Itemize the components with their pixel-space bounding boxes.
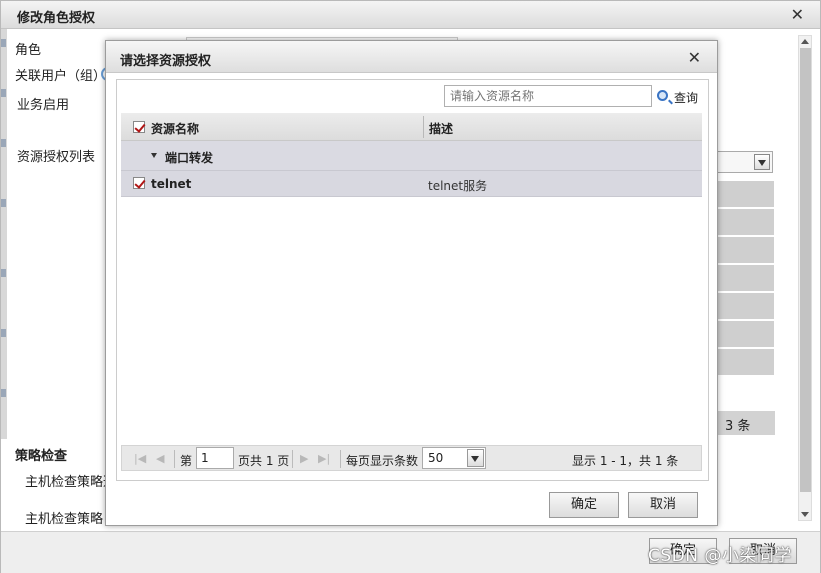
outer-dialog-title: 修改角色授权 <box>17 11 96 26</box>
column-header-name[interactable]: 资源名称 <box>151 120 199 137</box>
page-size-value: 50 <box>428 451 444 465</box>
page-size-label: 每页显示条数 <box>346 454 419 468</box>
chevron-down-icon[interactable] <box>754 154 770 170</box>
modal-titlebar: 请选择资源授权 ✕ <box>106 41 717 73</box>
collapse-triangle-icon[interactable] <box>151 153 157 158</box>
pager-summary: 显示 1 - 1，共 1 条 <box>572 454 679 468</box>
column-divider[interactable] <box>423 116 424 138</box>
first-page-icon[interactable]: |◀ <box>134 452 146 465</box>
scroll-down-icon[interactable] <box>801 512 809 517</box>
column-header-description[interactable]: 描述 <box>429 120 453 137</box>
host-check-policy-label: 主机检查策略 <box>25 512 104 527</box>
pager-divider <box>340 450 341 468</box>
csdn-watermark: CSDN @小染同学 <box>648 546 792 566</box>
pager-divider <box>292 450 293 468</box>
left-edge-strip <box>1 29 7 439</box>
row-resource-name: telnet <box>151 177 192 191</box>
outer-record-count: 3 条 <box>717 411 775 435</box>
page-total-label: 页共 1 页 <box>238 454 290 468</box>
scrollbar-thumb[interactable] <box>800 48 811 492</box>
grid-header: 资源名称 描述 <box>121 113 702 141</box>
select-all-checkbox[interactable] <box>133 121 145 133</box>
prev-page-icon[interactable]: ◀ <box>156 452 164 465</box>
resource-grid: 资源名称 描述 端口转发 telnet telnet服务 <box>121 113 702 197</box>
modal-title: 请选择资源授权 <box>120 54 212 69</box>
outer-dialog-titlebar: 修改角色授权 ✕ <box>1 1 820 29</box>
outer-close-icon[interactable]: ✕ <box>791 5 804 24</box>
table-row[interactable] <box>717 265 774 291</box>
search-button-label: 查询 <box>674 91 699 105</box>
modal-cancel-button[interactable]: 取消 <box>628 492 698 518</box>
outer-scrollbar[interactable] <box>798 35 812 521</box>
chevron-down-icon[interactable] <box>467 449 484 467</box>
business-enable-label: 业务启用 <box>17 98 70 113</box>
outer-resource-rows <box>717 181 774 377</box>
pagination-bar: |◀ ◀ 第 1 页共 1 页 ▶ ▶| 每页显示条数 50 显示 1 - 1，… <box>121 445 702 471</box>
host-check-channel-label: 主机检查策略通 <box>25 475 117 490</box>
current-page-input[interactable]: 1 <box>196 447 234 469</box>
row-resource-description: telnet服务 <box>428 179 488 193</box>
search-icon <box>657 90 668 101</box>
role-label: 角色 <box>15 43 42 58</box>
table-row[interactable]: telnet telnet服务 <box>121 171 702 197</box>
row-checkbox[interactable] <box>133 177 145 189</box>
group-label: 端口转发 <box>165 151 214 165</box>
resource-search-input[interactable] <box>444 85 652 107</box>
search-button[interactable]: 查询 <box>657 89 698 107</box>
page-size-select[interactable]: 50 <box>422 447 486 469</box>
table-row[interactable] <box>717 237 774 263</box>
table-row[interactable] <box>717 181 774 207</box>
pager-divider <box>174 450 175 468</box>
policy-check-heading: 策略检查 <box>15 449 68 464</box>
scroll-up-icon[interactable] <box>801 39 809 44</box>
table-row[interactable] <box>717 349 774 375</box>
outer-filter-select[interactable] <box>717 151 773 173</box>
resource-select-dialog: 请选择资源授权 ✕ 查询 资源名称 描述 端口转发 telnet telnet服… <box>105 40 718 526</box>
linked-users-label: 关联用户（组） <box>15 69 107 84</box>
table-row[interactable] <box>717 293 774 319</box>
modal-confirm-button[interactable]: 确定 <box>549 492 619 518</box>
table-row[interactable] <box>717 209 774 235</box>
resource-list-label: 资源授权列表 <box>17 150 96 165</box>
page-prefix-label: 第 <box>180 454 193 468</box>
last-page-icon[interactable]: ▶| <box>318 452 330 465</box>
modal-body: 查询 资源名称 描述 端口转发 telnet telnet服务 |◀ ◀ <box>116 79 709 481</box>
next-page-icon[interactable]: ▶ <box>300 452 308 465</box>
group-row[interactable]: 端口转发 <box>121 141 702 171</box>
table-row[interactable] <box>717 321 774 347</box>
modal-close-icon[interactable]: ✕ <box>688 48 701 67</box>
